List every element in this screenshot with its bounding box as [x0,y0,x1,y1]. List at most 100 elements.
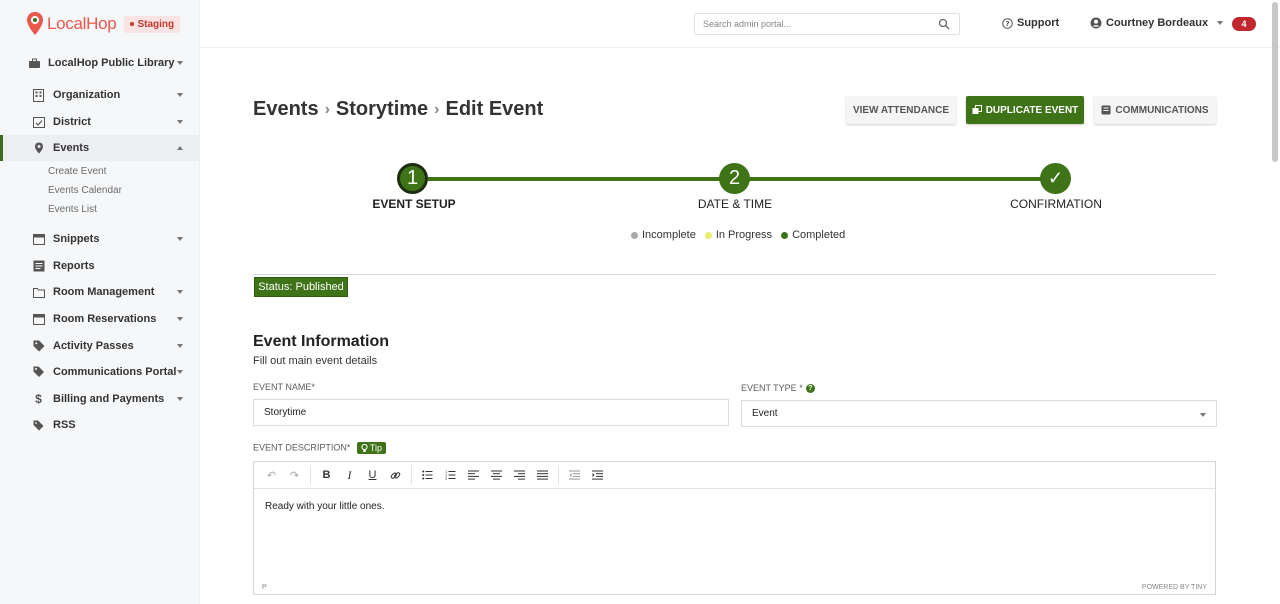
italic-icon[interactable]: I [338,465,361,485]
section-title: Event Information [253,333,390,350]
chevron-down-icon [1200,413,1206,417]
event-type-value: Event [752,408,778,419]
svg-text:?: ? [1005,20,1009,28]
outdent-icon[interactable] [563,465,586,485]
search-placeholder: Search admin portal... [703,19,792,29]
building-icon [32,88,45,102]
sidebar-item-billing-and-payments[interactable]: $ Billing and Payments [0,386,200,412]
step-1-circle[interactable]: 1 [397,163,428,194]
duplicate-event-label: DUPLICATE EVENT [985,104,1079,116]
breadcrumb: Events › Storytime › Edit Event [253,98,543,121]
sidebar-subitem-events-list[interactable]: Events List [48,204,97,215]
notification-badge[interactable]: 4 [1232,17,1256,31]
bold-icon[interactable]: B [315,465,338,485]
undo-icon[interactable]: ↶ [260,465,283,485]
status-dot-icon [631,231,638,239]
sidebar-item-label: Events [53,142,90,154]
sidebar: LocalHop Staging LocalHop Public Library… [0,0,200,604]
sidebar-item-activity-passes[interactable]: Activity Passes [0,333,200,359]
sidebar-item-rss[interactable]: RSS [0,412,200,438]
user-name: Courtney Bordeaux [1106,17,1209,29]
sidebar-item-room-reservations[interactable]: Room Reservations [0,306,200,332]
event-type-label: EVENT TYPE *? [741,383,815,394]
tags-icon [32,366,45,379]
redo-icon[interactable]: ↷ [283,465,306,485]
page-scrollbar[interactable] [1272,2,1278,162]
sidebar-item-label: Room Reservations [53,313,157,325]
sidebar-item-label: Activity Passes [53,340,134,352]
event-type-select[interactable]: Event [741,400,1217,427]
indent-icon[interactable] [586,465,609,485]
view-attendance-button[interactable]: VIEW ATTENDANCE [846,96,956,124]
link-icon[interactable] [384,465,407,485]
step-2-label: DATE & TIME [697,197,773,211]
rich-text-editor[interactable]: ↶ ↷ B I U 123 Ready with your little one… [253,461,1216,595]
location-pin-icon [32,142,45,155]
report-icon [32,260,45,273]
organization-selector[interactable]: LocalHop Public Library [0,52,200,74]
underline-icon[interactable]: U [361,465,384,485]
search-icon[interactable] [938,18,950,30]
support-label: Support [1017,17,1060,29]
align-right-icon[interactable] [508,465,531,485]
sidebar-subitem-events-calendar[interactable]: Events Calendar [48,185,122,196]
communications-button[interactable]: COMMUNICATIONS [1094,96,1216,124]
chevron-down-icon [177,317,183,321]
environment-badge: Staging [124,15,181,33]
sidebar-subitem-create-event[interactable]: Create Event [48,166,106,177]
sidebar-item-organization[interactable]: Organization [0,82,200,108]
editor-content[interactable]: Ready with your little ones. [254,489,1215,524]
brand[interactable]: LocalHop Staging [26,10,181,38]
stepper-connector [749,177,1043,181]
sidebar-item-district[interactable]: District [0,109,200,135]
sidebar-item-label: District [53,116,91,128]
dollar-icon: $ [35,392,42,406]
organization-name: LocalHop Public Library [48,57,175,69]
sidebar-item-reports[interactable]: Reports [0,253,200,279]
communications-icon [1101,105,1111,115]
user-menu[interactable]: Courtney Bordeaux [1090,17,1224,29]
sidebar-item-events[interactable]: Events [0,135,200,161]
calendar-icon [32,313,45,326]
sidebar-item-label: Reports [53,260,95,272]
duplicate-icon [972,105,982,114]
align-justify-icon[interactable] [531,465,554,485]
sidebar-item-room-management[interactable]: Room Management [0,279,200,305]
step-2-circle[interactable]: 2 [719,163,750,194]
editor-statusbar: P POWERED BY TINY [254,580,1215,594]
sidebar-item-label: RSS [53,419,76,431]
numbered-list-icon[interactable]: 123 [439,465,462,485]
section-subtitle: Fill out main event details [253,355,378,367]
step-3-label: CONFIRMATION [1010,197,1102,211]
breadcrumb-events[interactable]: Events [253,98,319,121]
briefcase-icon [29,58,40,68]
chevron-down-icon [177,370,183,374]
legend-item: In Progress [704,229,772,241]
align-left-icon[interactable] [462,465,485,485]
search-input[interactable]: Search admin portal... [694,13,960,35]
localhop-logo-icon [27,12,43,35]
editor-powered-by[interactable]: POWERED BY TINY [1142,584,1207,591]
breadcrumb-edit-event: Edit Event [445,98,544,120]
align-center-icon[interactable] [485,465,508,485]
event-name-field[interactable]: Storytime [253,399,729,426]
sidebar-item-label: Room Management [53,286,155,298]
duplicate-event-button[interactable]: DUPLICATE EVENT [966,96,1084,124]
help-icon[interactable]: ? [805,384,815,394]
chevron-down-icon [177,290,183,294]
chevron-down-icon [177,237,183,241]
chevron-right-icon: › [434,100,440,118]
chevron-down-icon [177,61,183,65]
sidebar-item-label: Snippets [53,233,100,245]
event-name-label: EVENT NAME* [253,382,315,392]
tip-button[interactable]: Tip [356,442,387,454]
sidebar-item-snippets[interactable]: Snippets [0,226,200,252]
chevron-down-icon [177,344,183,348]
legend-item: Completed [781,229,845,241]
bullet-list-icon[interactable] [416,465,439,485]
lightbulb-icon [361,443,368,452]
breadcrumb-storytime[interactable]: Storytime [336,98,428,121]
support-link[interactable]: ? Support [1002,17,1059,29]
sidebar-item-communications-portal[interactable]: Communications Portal [0,359,200,385]
checkmark-icon[interactable]: ✓ [1040,163,1071,194]
